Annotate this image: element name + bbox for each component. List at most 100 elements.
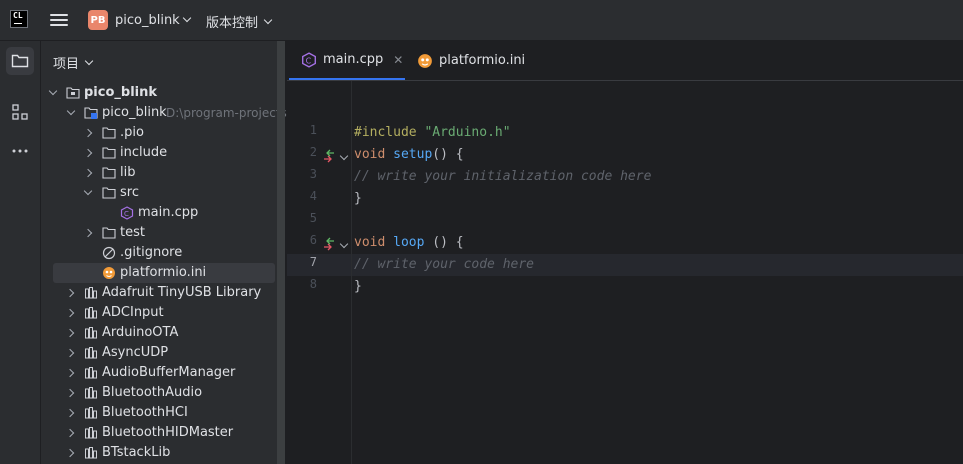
code-line-4: }: [354, 191, 362, 206]
library-icon: [85, 327, 97, 339]
tree-row-library[interactable]: AsyncUDP: [41, 343, 277, 363]
expand-arrow-icon[interactable]: [83, 128, 93, 138]
expand-arrow-icon[interactable]: [65, 348, 75, 358]
tree-row-folder[interactable]: lib: [41, 163, 277, 183]
structure-tool-button[interactable]: [6, 98, 34, 126]
navigate-to-declaration-icon[interactable]: [322, 237, 336, 251]
expand-arrow-icon[interactable]: [66, 106, 76, 116]
tree-row-library[interactable]: Adafruit TinyUSB Library: [41, 283, 277, 303]
code-line-7: // write your code here: [354, 257, 535, 272]
tree-row-folder[interactable]: .pio: [41, 123, 277, 143]
more-dots-icon: [12, 149, 28, 153]
svg-text:C: C: [124, 210, 129, 218]
tree-label: .gitignore: [120, 245, 183, 260]
expand-arrow-icon[interactable]: [65, 368, 75, 378]
expand-arrow-icon[interactable]: [83, 148, 93, 158]
folder-icon: [11, 54, 29, 68]
more-tools-button[interactable]: [6, 137, 34, 165]
expand-arrow-icon[interactable]: [65, 448, 75, 458]
tree-row-module[interactable]: pico_blink D:\program-projects: [41, 103, 287, 123]
tree-row-library[interactable]: BluetoothHCI: [41, 403, 277, 423]
tree-row-library[interactable]: ADCInput: [41, 303, 277, 323]
module-folder-icon: [84, 107, 98, 119]
fold-arrow-icon[interactable]: [339, 239, 349, 249]
library-icon: [85, 367, 97, 379]
expand-arrow-icon[interactable]: [83, 168, 93, 178]
line-number: 5: [309, 211, 317, 225]
tree-row-library[interactable]: AudioBufferManager: [41, 363, 277, 383]
svg-text:C: C: [306, 56, 312, 65]
line-number: 1: [309, 123, 317, 137]
tree-row-file[interactable]: C main.cpp: [41, 203, 277, 223]
fold-arrow-icon[interactable]: [339, 151, 349, 161]
folder-icon: [66, 87, 80, 99]
folder-icon: [102, 147, 116, 159]
expand-arrow-icon[interactable]: [83, 228, 93, 238]
folder-icon: [102, 187, 116, 199]
tree-path: D:\program-projects: [166, 106, 287, 120]
main-menu-button[interactable]: [50, 12, 68, 28]
tab-main-cpp[interactable]: C main.cpp ✕: [289, 41, 405, 80]
project-panel: 项目 pico_blink pico_blink D:\program-proj…: [41, 41, 287, 464]
project-name: pico_blink: [115, 12, 180, 28]
library-icon: [85, 447, 97, 459]
tree-row-file-selected[interactable]: platformio.ini: [53, 263, 275, 283]
tree-row-library[interactable]: BluetoothAudio: [41, 383, 277, 403]
tree-row-library[interactable]: ArduinoOTA: [41, 323, 277, 343]
platformio-icon: [418, 53, 432, 68]
expand-arrow-icon[interactable]: [65, 428, 75, 438]
editor-gutter: 1 2 3 4 5 6 7 8: [287, 81, 352, 464]
chevron-down-icon: [263, 15, 273, 24]
tree-label: pico_blink: [84, 85, 158, 100]
expand-arrow-icon[interactable]: [65, 388, 75, 398]
tree-row-root[interactable]: pico_blink: [41, 83, 277, 103]
tree-row-library[interactable]: BTstackLib: [41, 443, 277, 463]
project-view-selector[interactable]: 项目: [53, 53, 94, 72]
line-number: 6: [309, 233, 317, 247]
tab-label: platformio.ini: [439, 53, 526, 68]
tree-label: main.cpp: [138, 205, 199, 220]
tree-label: .pio: [120, 125, 144, 140]
tree-label: AsyncUDP: [102, 345, 169, 360]
close-icon[interactable]: ✕: [393, 53, 403, 67]
tree-label: BluetoothHCI: [102, 405, 188, 420]
tree-label: BluetoothAudio: [102, 385, 203, 400]
library-icon: [85, 287, 97, 299]
expand-arrow-icon[interactable]: [48, 86, 58, 96]
tree-row-folder[interactable]: src: [41, 183, 277, 203]
code-line-3: // write your initialization code here: [354, 169, 652, 184]
folder-icon: [102, 167, 116, 179]
editor-area: C main.cpp ✕ platformio.ini 1 2 3 4 5 6 …: [287, 41, 963, 464]
code-line-2: void setup() {: [354, 147, 464, 162]
project-selector[interactable]: PB pico_blink: [88, 10, 191, 30]
tree-label: ArduinoOTA: [102, 325, 179, 340]
vcs-menu[interactable]: 版本控制: [206, 12, 273, 31]
tab-platformio-ini[interactable]: platformio.ini: [405, 41, 535, 80]
title-bar: CL PB pico_blink 版本控制: [0, 0, 963, 41]
navigate-to-declaration-icon[interactable]: [322, 149, 336, 163]
line-number: 8: [309, 277, 317, 291]
project-tool-button[interactable]: [6, 47, 34, 75]
expand-arrow-icon[interactable]: [83, 186, 93, 196]
cpp-file-icon: C: [302, 51, 316, 68]
tree-label: test: [120, 225, 145, 240]
tab-label: main.cpp: [323, 52, 384, 67]
tree-row-library[interactable]: BluetoothHIDMaster: [41, 423, 277, 443]
expand-arrow-icon[interactable]: [65, 328, 75, 338]
editor-tabs: C main.cpp ✕ platformio.ini: [287, 41, 963, 81]
expand-arrow-icon[interactable]: [65, 308, 75, 318]
tree-label: pico_blink: [102, 105, 167, 120]
code-line-6: void loop () {: [354, 235, 464, 250]
code-line-1: #include "Arduino.h": [354, 125, 511, 140]
tree-label: AudioBufferManager: [102, 365, 236, 380]
tree-row-file[interactable]: .gitignore: [41, 243, 277, 263]
library-icon: [85, 347, 97, 359]
panel-splitter[interactable]: [277, 41, 285, 464]
expand-arrow-icon[interactable]: [65, 288, 75, 298]
expand-arrow-icon[interactable]: [65, 408, 75, 418]
chevron-down-icon: [182, 13, 191, 23]
tree-row-folder[interactable]: include: [41, 143, 277, 163]
tree-row-folder[interactable]: test: [41, 223, 277, 243]
platformio-icon: [103, 267, 115, 279]
tree-label: ADCInput: [102, 305, 164, 320]
